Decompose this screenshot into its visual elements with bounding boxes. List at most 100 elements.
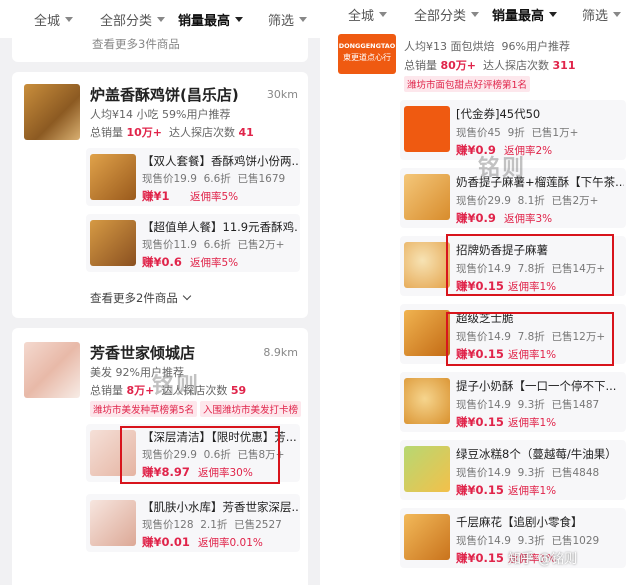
- deal-earn: 赚¥0.15: [456, 483, 504, 497]
- sales-value: 80万+: [440, 59, 477, 72]
- chevron-down-icon: [182, 291, 192, 301]
- sort-filter-label: 销量最高: [492, 8, 545, 24]
- deal-discount: 9.3折: [517, 467, 545, 479]
- shop-card[interactable]: 芳香世家倾城店 8.9km 美发 92%用户推荐 总销量 8万+ 达人探店次数 …: [12, 328, 308, 585]
- deal-discount: 6.6折: [203, 173, 231, 185]
- right-screen: 全城 全部分类 销量最高 筛选 DONGGENGTAO 東更道点心行 人均¥13…: [330, 0, 640, 585]
- more-filter[interactable]: 筛选: [582, 5, 622, 24]
- city-filter-label: 全城: [34, 13, 61, 29]
- sort-filter[interactable]: 销量最高: [492, 5, 558, 24]
- view-more-link[interactable]: 查看更多3件商品: [92, 36, 180, 52]
- visits-value: 41: [238, 126, 254, 139]
- left-screen: 全城 全部分类 销量最高 筛选 查看更多3件商品 炉盖香酥鸡饼(昌乐店) 30k…: [0, 0, 320, 585]
- more-filter-label: 筛选: [582, 8, 609, 24]
- deal-title: 奶香提子麻薯+榴莲酥【下午茶...: [456, 175, 624, 189]
- deal-commission-rate: 返佣率3%: [504, 213, 553, 225]
- city-filter[interactable]: 全城: [34, 10, 74, 29]
- shop-thumbnail: [24, 84, 80, 140]
- deal-thumbnail: [404, 310, 450, 356]
- sales-label: 总销量: [90, 126, 123, 139]
- more-filter-label: 筛选: [268, 13, 295, 29]
- deal-title: 提子小奶酥【一口一个停不下...: [456, 379, 617, 393]
- deal-thumbnail: [404, 446, 450, 492]
- shop-name[interactable]: 芳香世家倾城店: [90, 342, 195, 363]
- filter-bar: 全城 全部分类 销量最高 筛选: [330, 0, 640, 28]
- more-filter[interactable]: 筛选: [268, 10, 308, 29]
- deal-sold: 已售2万+: [237, 239, 285, 251]
- shop-card[interactable]: 炉盖香酥鸡饼(昌乐店) 30km 人均¥14 小吃 59%用户推荐 总销量 10…: [12, 72, 308, 318]
- ranking-tag[interactable]: 潍坊市美发种草榜第5名: [90, 401, 198, 417]
- shop-name[interactable]: 炉盖香酥鸡饼(昌乐店): [90, 84, 239, 105]
- ranking-tag[interactable]: 潍坊市面包甜点好评榜第1名: [404, 76, 531, 92]
- deal-discount: 9.3折: [517, 535, 545, 547]
- deal-thumbnail: [90, 220, 136, 266]
- deal-sold: 已售2527: [234, 519, 282, 531]
- city-filter-label: 全城: [348, 8, 375, 24]
- deal-earn: 赚¥0.15: [456, 415, 504, 429]
- deal-price: 现售价45: [456, 127, 501, 139]
- deal-commission-rate: 返佣率5%: [190, 257, 239, 269]
- deal-item[interactable]: 【双人套餐】香酥鸡饼小份两... 现售价19.9 6.6折 已售1679 赚¥1…: [86, 148, 300, 206]
- deal-sold: 已售1万+: [531, 127, 579, 139]
- deal-thumbnail: [90, 154, 136, 200]
- zhihu-watermark: 知乎 @铭则: [508, 552, 578, 567]
- deal-title: 【双人套餐】香酥鸡饼小份两...: [142, 154, 298, 168]
- view-more-link[interactable]: 查看更多2件商品: [90, 290, 192, 306]
- deal-thumbnail: [404, 514, 450, 560]
- shop-logo: DONGGENGTAO 東更道点心行: [338, 34, 396, 74]
- category-filter-label: 全部分类: [414, 8, 467, 24]
- chevron-down-icon: [471, 11, 480, 17]
- category-filter-label: 全部分类: [100, 13, 153, 29]
- sales-value: 10万+: [126, 126, 163, 139]
- shop-card[interactable]: DONGGENGTAO 東更道点心行 人均¥13 面包烘焙 96%用户推荐 总销…: [330, 28, 640, 585]
- chevron-down-icon: [299, 16, 308, 22]
- shop-recommend: 59%用户推荐: [162, 108, 231, 121]
- visits-label: 达人探店次数: [169, 126, 236, 139]
- deal-sold: 已售4848: [551, 467, 600, 479]
- shop-thumbnail: [24, 342, 80, 398]
- deal-item[interactable]: 【肌肤小水库】芳香世家深层... 现售价128 2.1折 已售2527 赚¥0.…: [86, 494, 300, 552]
- ranking-tag[interactable]: 入围潍坊市美发打卡榜: [200, 401, 302, 417]
- deal-earn: 赚¥0.9: [456, 143, 496, 157]
- deal-price: 现售价128: [142, 519, 194, 531]
- deal-item[interactable]: [代金券]45代50 现售价45 9折 已售1万+ 赚¥0.9 返佣率2%: [400, 100, 626, 160]
- shop-distance: 8.9km: [263, 346, 298, 359]
- sort-filter[interactable]: 销量最高: [178, 10, 244, 29]
- deal-title: 【肌肤小水库】芳香世家深层...: [142, 500, 298, 514]
- deal-discount: 8.1折: [517, 195, 545, 207]
- sort-filter-label: 销量最高: [178, 13, 231, 29]
- deal-thumbnail: [404, 174, 450, 220]
- shop-distance: 30km: [266, 88, 298, 101]
- deal-price: 现售价14.9: [456, 399, 511, 411]
- sales-label: 总销量: [90, 384, 123, 397]
- sales-label: 总销量: [404, 59, 437, 72]
- deal-earn: 赚¥0.6: [142, 255, 182, 269]
- deal-title: [代金券]45代50: [456, 107, 541, 121]
- deal-commission-rate: 返佣率0.01%: [198, 537, 263, 549]
- deal-title: 千层麻花【追剧小零食】: [456, 515, 583, 529]
- deal-thumbnail: [90, 500, 136, 546]
- chevron-down-icon: [65, 16, 74, 22]
- city-filter[interactable]: 全城: [348, 5, 388, 24]
- previous-shop-card: 查看更多3件商品: [12, 36, 308, 62]
- deal-discount: 9折: [507, 127, 525, 139]
- deal-commission-rate: 返佣率2%: [504, 145, 553, 157]
- deal-item[interactable]: 【超值单人餐】11.9元香酥鸡... 现售价11.9 6.6折 已售2万+ 赚¥…: [86, 214, 300, 272]
- category-filter[interactable]: 全部分类: [100, 10, 166, 29]
- deal-earn: 赚¥0.9: [456, 211, 496, 225]
- logo-text: DONGGENGTAO: [338, 42, 396, 50]
- deal-item[interactable]: 提子小奶酥【一口一个停不下... 现售价14.9 9.3折 已售1487 赚¥0…: [400, 372, 626, 432]
- deal-thumbnail: [404, 378, 450, 424]
- filter-bar: 全城 全部分类 销量最高 筛选: [0, 0, 320, 38]
- deal-earn: 赚¥0.15: [456, 551, 504, 565]
- visits-value: 311: [552, 59, 576, 72]
- category-filter[interactable]: 全部分类: [414, 5, 480, 24]
- shop-category: 人均¥13 面包烘焙: [404, 40, 495, 53]
- view-more-label: 查看更多2件商品: [90, 291, 178, 305]
- chevron-down-icon: [549, 11, 558, 17]
- deal-price: 现售价14.9: [456, 467, 511, 479]
- deal-sold: 已售1487: [551, 399, 600, 411]
- deal-item[interactable]: 奶香提子麻薯+榴莲酥【下午茶... 现售价29.9 8.1折 已售2万+ 赚¥0…: [400, 168, 626, 228]
- chevron-down-icon: [235, 16, 244, 22]
- deal-item[interactable]: 绿豆冰糕8个（蔓越莓/牛油果） 现售价14.9 9.3折 已售4848 赚¥0.…: [400, 440, 626, 500]
